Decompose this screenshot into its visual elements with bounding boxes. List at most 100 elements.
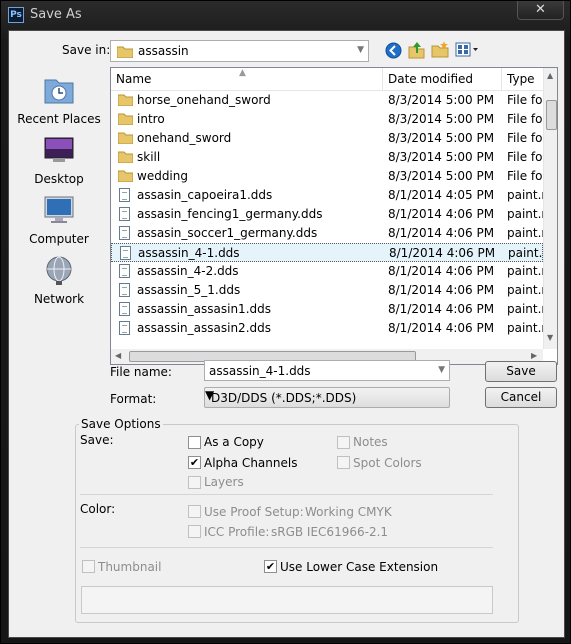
- desktop-icon: [44, 137, 74, 162]
- as-a-copy-checkbox[interactable]: [188, 436, 201, 449]
- date-modified-cell: 8/1/2014 4:06 PM: [388, 283, 495, 297]
- divider: [80, 547, 493, 548]
- back-icon[interactable]: [385, 42, 402, 59]
- type-cell: File fol: [507, 169, 543, 183]
- type-cell: paint.n: [507, 321, 543, 335]
- column-header-type[interactable]: Type: [502, 68, 543, 90]
- file-name-cell: assassin_assasin2.dds: [137, 321, 271, 335]
- file-row[interactable]: assassin_assasin2.dds 8/1/2014 4:06 PM pai…: [111, 319, 543, 338]
- column-name-label: Name: [116, 72, 152, 86]
- spot-colors-label: Spot Colors: [353, 456, 422, 470]
- icc-profile-value: sRGB IEC61966-2.1: [271, 525, 389, 539]
- up-folder-icon[interactable]: [408, 41, 425, 59]
- close-button[interactable]: ✕: [517, 1, 564, 20]
- file-name-input[interactable]: assassin_4-1.dds ▼: [204, 360, 450, 381]
- chevron-down-icon[interactable]: ▼: [438, 365, 445, 375]
- file-row[interactable]: assassin_assasin1.dds 8/1/2014 4:06 PM pai…: [111, 300, 543, 319]
- vertical-scrollbar[interactable]: ▲ ▼: [543, 68, 557, 349]
- title-bar: Ps Save As ✕: [1, 1, 570, 29]
- scroll-up-icon[interactable]: ▲: [547, 71, 553, 80]
- alpha-channels-checkbox[interactable]: ✔: [188, 456, 201, 469]
- format-label: Format:: [110, 392, 157, 406]
- column-header-date[interactable]: Date modified: [383, 68, 502, 90]
- sidebar-item-label: Computer: [29, 232, 89, 246]
- type-cell: paint.n: [508, 246, 544, 260]
- file-name-cell: skill: [137, 150, 161, 164]
- scroll-right-icon[interactable]: ▶: [531, 351, 537, 360]
- sidebar-item-network[interactable]: Network: [13, 254, 105, 306]
- new-folder-icon[interactable]: [431, 41, 449, 58]
- sort-arrow-icon: ▲: [239, 68, 246, 78]
- file-row[interactable]: assasin_fencing1_germany.dds 8/1/2014 4:0…: [111, 205, 543, 224]
- type-cell: File fol: [507, 150, 543, 164]
- file-list[interactable]: Name ▲ Date modified Type horse_onehand_…: [110, 67, 558, 365]
- use-proof-setup-checkbox[interactable]: [188, 505, 201, 518]
- date-modified-cell: 8/1/2014 4:06 PM: [389, 246, 496, 260]
- format-dropdown[interactable]: D3D/DDS (*.DDS;*.DDS) ▼: [204, 387, 450, 408]
- folder-row[interactable]: wedding 8/3/2014 5:00 PM File fol: [111, 167, 543, 186]
- type-cell: paint.n: [507, 207, 543, 221]
- type-cell: paint.n: [507, 188, 543, 202]
- folder-row[interactable]: intro 8/3/2014 5:00 PM File fol: [111, 110, 543, 129]
- lower-case-extension-checkbox[interactable]: ✔: [264, 560, 277, 573]
- column-header-name[interactable]: Name ▲: [111, 68, 383, 90]
- file-name-cell: onehand_sword: [137, 131, 232, 145]
- file-row[interactable]: assassin_4-1.dds 8/1/2014 4:06 PM paint.n: [111, 243, 544, 262]
- save-button[interactable]: Save: [485, 361, 557, 382]
- use-proof-setup-label: Use Proof Setup:: [204, 505, 304, 519]
- view-menu-icon[interactable]: [455, 42, 479, 58]
- dds-file-icon: [119, 302, 130, 316]
- file-name-value: assassin_4-1.dds: [209, 364, 311, 378]
- file-name-cell: assasin_fencing1_germany.dds: [137, 207, 323, 221]
- sidebar-item-desktop[interactable]: Desktop: [13, 134, 105, 186]
- thumbnail-checkbox[interactable]: [82, 560, 95, 573]
- thumbnail-label: Thumbnail: [98, 560, 162, 574]
- alpha-channels-label: Alpha Channels: [204, 456, 298, 470]
- sidebar-item-computer[interactable]: Computer: [13, 194, 105, 246]
- folder-row[interactable]: skill 8/3/2014 5:00 PM File fol: [111, 148, 543, 167]
- scroll-left-icon[interactable]: ◀: [115, 351, 121, 360]
- date-modified-cell: 8/1/2014 4:06 PM: [388, 264, 495, 278]
- folder-icon: [118, 151, 133, 163]
- folder-row[interactable]: onehand_sword 8/3/2014 5:00 PM File fol: [111, 129, 543, 148]
- file-row[interactable]: assasin_soccer1_germany.dds 8/1/2014 4:06…: [111, 224, 543, 243]
- file-name-cell: horse_onehand_sword: [137, 93, 271, 107]
- date-modified-cell: 8/1/2014 4:05 PM: [388, 188, 495, 202]
- type-cell: paint.n: [507, 226, 543, 240]
- file-row[interactable]: assasin_capoeira1.dds 8/1/2014 4:05 PM pai…: [111, 186, 543, 205]
- vertical-scroll-thumb[interactable]: [546, 100, 557, 130]
- sidebar-item-label: Network: [33, 292, 85, 306]
- spot-colors-checkbox[interactable]: [337, 456, 350, 469]
- cancel-button[interactable]: Cancel: [485, 387, 557, 408]
- chevron-down-icon: ▼: [357, 45, 364, 55]
- file-row[interactable]: assassin_5_1.dds 8/1/2014 4:06 PM paint.n: [111, 281, 543, 300]
- file-name-cell: assasin_soccer1_germany.dds: [137, 226, 318, 240]
- notes-checkbox[interactable]: [337, 436, 350, 449]
- sidebar-item-recent-places[interactable]: Recent Places: [13, 74, 105, 126]
- as-a-copy-label: As a Copy: [204, 435, 264, 449]
- folder-icon: [117, 46, 133, 58]
- format-value: D3D/DDS (*.DDS;*.DDS): [211, 391, 357, 405]
- proof-setup-value: Working CMYK: [305, 505, 392, 519]
- file-row[interactable]: assassin_4-2.dds 8/1/2014 4:06 PM paint.n: [111, 262, 543, 281]
- file-name-cell: assasin_capoeira1.dds: [137, 188, 273, 202]
- file-name-cell: assassin_5_1.dds: [137, 283, 241, 297]
- dds-file-icon: [119, 207, 130, 221]
- folder-icon: [118, 113, 133, 125]
- warning-message-area: [81, 586, 493, 614]
- folder-row[interactable]: horse_onehand_sword 8/3/2014 5:00 PM File …: [111, 91, 543, 110]
- icc-profile-checkbox[interactable]: [188, 525, 201, 538]
- window-title: Save As: [30, 7, 82, 22]
- icc-profile-label: ICC Profile:: [204, 525, 270, 539]
- dds-file-icon: [119, 283, 130, 297]
- computer-icon: [44, 196, 74, 223]
- dialog-body: Save in: assassin ▼ Recent Places Deskto…: [8, 30, 565, 638]
- scroll-down-icon[interactable]: ▼: [547, 333, 553, 342]
- save-as-dialog: Ps Save As ✕ Save in: assassin ▼ Recent …: [0, 0, 571, 644]
- save-in-dropdown[interactable]: assassin ▼: [110, 40, 369, 62]
- dds-file-icon: [119, 321, 130, 335]
- date-modified-cell: 8/3/2014 5:00 PM: [388, 150, 495, 164]
- layers-checkbox[interactable]: [188, 476, 201, 489]
- save-in-label: Save in:: [62, 43, 111, 57]
- dds-file-icon: [120, 246, 131, 260]
